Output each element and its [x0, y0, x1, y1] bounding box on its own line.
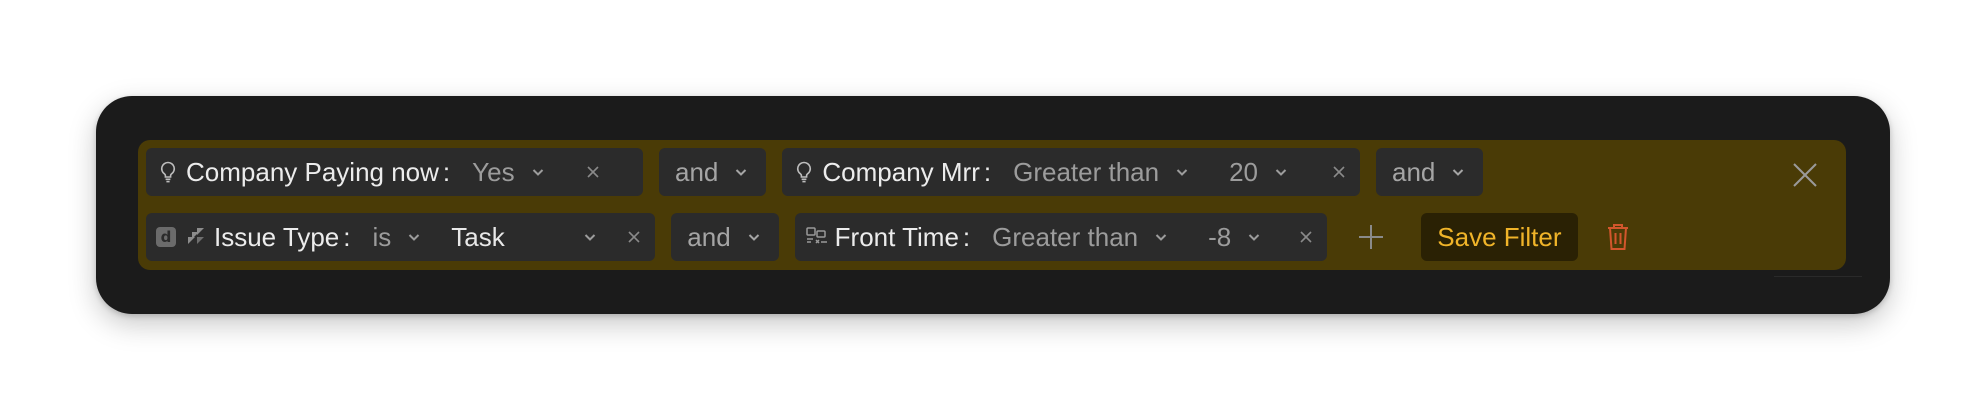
plus-icon[interactable]	[1351, 217, 1391, 257]
operator-text: Greater than	[1013, 156, 1160, 187]
remove-filter-x-icon[interactable]	[582, 161, 604, 183]
conjunction-dropdown[interactable]: and	[659, 148, 767, 196]
chevron-down-icon	[1176, 169, 1188, 176]
filter-chip-company-paying-now: Company Paying now : Yes	[146, 148, 643, 196]
value-dropdown[interactable]: Yes	[472, 157, 560, 188]
conjunction-dropdown[interactable]: and	[671, 213, 779, 261]
filter-chip-front-time: Front Time : Greater than -8	[794, 213, 1328, 261]
conjunction-text: and	[675, 156, 719, 187]
divider	[1774, 276, 1862, 277]
chevron-down-icon	[585, 234, 596, 241]
trash-icon[interactable]	[1598, 217, 1638, 257]
filter-field-label: Company Mrr	[822, 156, 980, 187]
filter-chip-issue-type: d Issue Type : is Task	[146, 213, 656, 261]
value-text: Task	[451, 221, 505, 252]
operator-dropdown[interactable]: Greater than	[992, 222, 1168, 253]
remove-filter-x-icon[interactable]	[623, 226, 645, 248]
filter-colon: :	[962, 221, 971, 252]
chevron-down-icon	[1275, 169, 1287, 176]
save-filter-button[interactable]: Save Filter	[1421, 213, 1578, 261]
chevron-down-icon	[736, 169, 747, 176]
operator-text: Greater than	[992, 221, 1139, 252]
filter-area: Company Paying now : Yes and Company Mrr…	[138, 140, 1846, 270]
value-dropdown[interactable]: 20	[1229, 157, 1288, 188]
close-icon[interactable]	[1788, 158, 1822, 192]
operator-dropdown[interactable]: Greater than	[1013, 157, 1189, 188]
remove-filter-x-icon[interactable]	[1328, 161, 1350, 183]
source-badge: d	[156, 227, 176, 247]
lightbulb-icon	[792, 160, 816, 184]
front-app-icon	[805, 225, 829, 249]
lightbulb-icon	[156, 160, 180, 184]
filter-field-label: Company Paying now	[186, 156, 439, 187]
value-dropdown[interactable]: Task	[451, 222, 597, 253]
filter-colon: :	[983, 156, 992, 187]
operator-dropdown[interactable]: is	[373, 222, 422, 253]
remove-filter-x-icon[interactable]	[1295, 226, 1317, 248]
chevron-down-icon	[1249, 234, 1260, 241]
filter-chip-company-mrr: Company Mrr : Greater than 20	[782, 148, 1361, 196]
conjunction-text: and	[1392, 156, 1436, 187]
chevron-down-icon	[748, 234, 759, 241]
filter-field-label: Front Time	[834, 221, 959, 252]
operator-text: is	[372, 221, 392, 252]
conjunction-text: and	[687, 221, 731, 252]
filter-row-1: Company Paying now : Yes and Company Mrr…	[146, 148, 1484, 196]
chevron-down-icon	[532, 169, 543, 176]
value-text: Yes	[472, 156, 515, 187]
chevron-down-icon	[1155, 234, 1167, 241]
filter-field-label: Issue Type	[214, 221, 340, 252]
jira-icon	[184, 225, 208, 249]
filter-row-2: d Issue Type : is Task and Front Time: …	[146, 213, 1638, 261]
chevron-down-icon	[409, 234, 420, 241]
conjunction-dropdown[interactable]: and	[1376, 148, 1484, 196]
value-dropdown[interactable]: -8	[1208, 222, 1261, 253]
value-text: 20	[1229, 156, 1259, 187]
filter-panel: Company Paying now : Yes and Company Mrr…	[96, 96, 1890, 314]
filter-colon: :	[442, 156, 451, 187]
value-text: -8	[1208, 221, 1232, 252]
filter-colon: :	[343, 221, 351, 252]
chevron-down-icon	[1453, 169, 1464, 176]
